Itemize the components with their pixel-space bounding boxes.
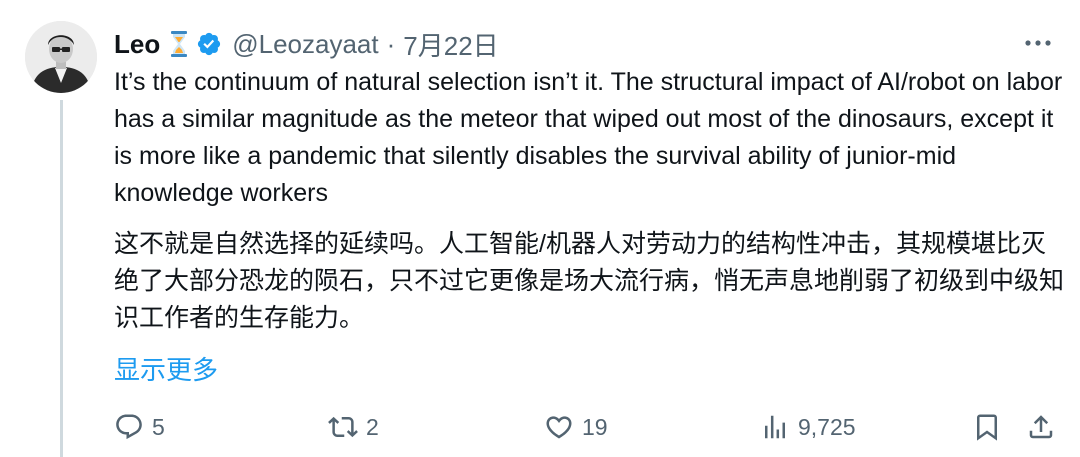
more-options-button[interactable] [1018,28,1058,58]
views-bar-chart-icon [765,415,785,439]
reply-button[interactable]: 5 [114,406,165,448]
retweet-icon [328,416,358,438]
tweet-text-chinese: 这不就是自然选择的延续吗。人工智能/机器人对劳动力的结构性冲击，其规模堪比灭绝了… [114,230,1065,332]
views-button[interactable]: 9,725 [760,406,856,448]
retweet-button[interactable]: 2 [328,406,379,448]
tweet-header: Leo @Leozayaat · 7月22日 [114,24,499,64]
tweet-action-bar: 5 2 19 9,725 [114,406,1064,448]
author-handle[interactable]: @Leozayaat [232,29,378,60]
reply-icon [116,414,142,440]
share-button[interactable] [1026,406,1056,448]
heart-icon [546,416,572,439]
like-button[interactable]: 19 [544,406,608,448]
hourglass-emoji-icon [170,30,188,58]
header-separator: · [386,28,396,59]
reply-count: 5 [152,413,165,440]
author-avatar[interactable] [25,21,97,93]
verified-badge-icon[interactable] [196,31,222,57]
show-more-link[interactable]: 显示更多 [114,350,218,387]
tweet-text-english: It’s the continuum of natural selection … [114,68,1063,207]
ellipsis-icon [1025,40,1051,46]
retweet-count: 2 [366,413,379,440]
views-count: 9,725 [798,413,856,440]
bookmark-button[interactable] [972,406,1002,448]
avatar-image [25,21,97,93]
bookmark-icon [977,414,997,441]
share-icon [1029,415,1053,439]
tweet-date[interactable]: 7月22日 [403,26,498,63]
tweet-text: It’s the continuum of natural selection … [114,64,1064,337]
like-count: 19 [582,413,608,440]
author-display-name[interactable]: Leo [114,29,160,60]
thread-line [60,100,63,457]
